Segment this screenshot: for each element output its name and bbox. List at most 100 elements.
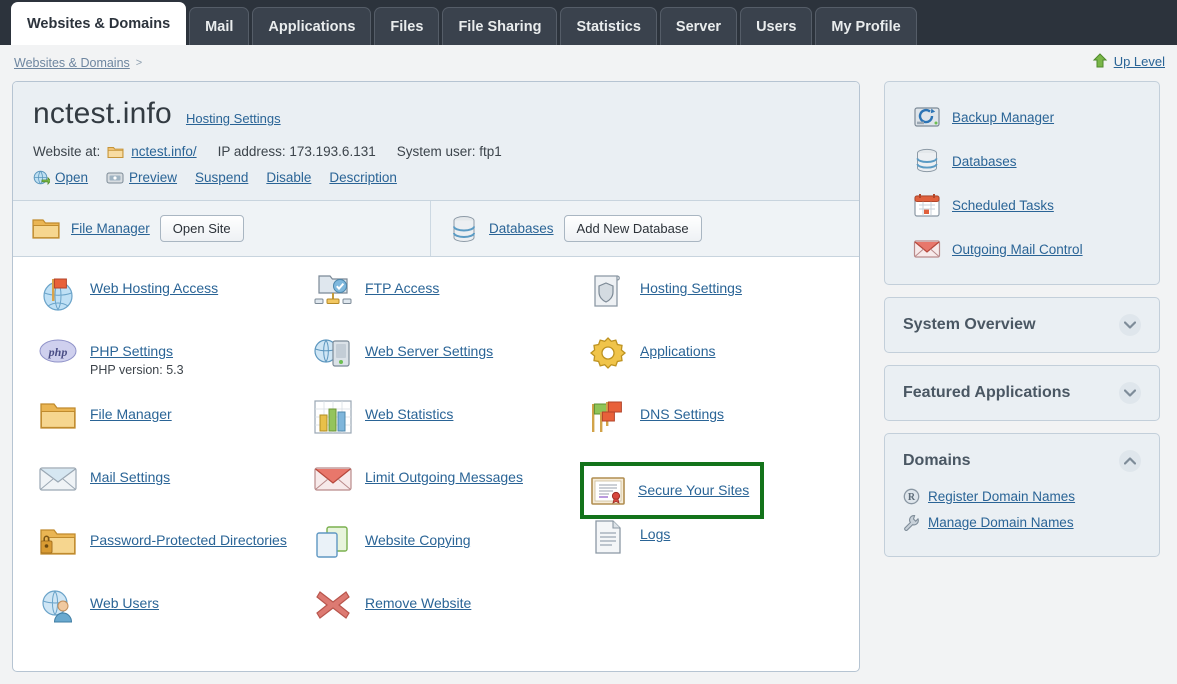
- tab-statistics[interactable]: Statistics: [560, 7, 656, 45]
- tool-link[interactable]: Web Users: [90, 594, 159, 613]
- tools-column-1: Web Hosting Access php PHP Settings PHP …: [13, 273, 288, 651]
- tab-label: Server: [676, 19, 721, 35]
- sidebar-item-backup-manager[interactable]: Backup Manager: [885, 95, 1159, 139]
- tools-column-2: FTP Access Web Server Settings: [288, 273, 563, 651]
- open-action[interactable]: Open: [33, 169, 88, 186]
- tab-label: Applications: [268, 19, 355, 35]
- ip-address-label: IP address: 173.193.6.131: [218, 144, 376, 159]
- tool-link[interactable]: Hosting Settings: [640, 279, 742, 298]
- tab-server[interactable]: Server: [660, 7, 737, 45]
- tool-link[interactable]: Remove Website: [365, 594, 471, 613]
- chevron-down-icon[interactable]: [1119, 314, 1141, 336]
- disable-link[interactable]: Disable: [266, 170, 311, 185]
- tool-php-settings[interactable]: php PHP Settings PHP version: 5.3: [38, 336, 288, 399]
- page-title: nctest.info: [33, 97, 172, 131]
- open-site-button[interactable]: Open Site: [160, 215, 244, 242]
- quick-toolbar: File Manager Open Site Databases Add New…: [13, 201, 859, 257]
- tool-text: Logs: [640, 519, 670, 544]
- tool-link[interactable]: Web Statistics: [365, 405, 453, 424]
- tab-applications[interactable]: Applications: [252, 7, 371, 45]
- tool-link[interactable]: PHP Settings: [90, 342, 173, 361]
- tab-label: Files: [390, 19, 423, 35]
- tool-web-statistics[interactable]: Web Statistics: [313, 399, 563, 462]
- tool-link[interactable]: DNS Settings: [640, 405, 724, 424]
- tool-hosting-settings[interactable]: Hosting Settings: [588, 273, 859, 336]
- tool-link[interactable]: Password-Protected Directories: [90, 531, 287, 550]
- sidebar-link[interactable]: Scheduled Tasks: [952, 198, 1054, 213]
- chevron-down-icon[interactable]: [1119, 382, 1141, 404]
- tool-text: Website Copying: [365, 525, 471, 550]
- tool-link[interactable]: FTP Access: [365, 279, 439, 298]
- sidebar-link[interactable]: Databases: [952, 154, 1017, 169]
- tab-websites-domains[interactable]: Websites & Domains: [11, 2, 186, 45]
- hosting-settings-link[interactable]: Hosting Settings: [186, 111, 281, 126]
- sidebar-item-register-domain-names[interactable]: R Register Domain Names: [903, 488, 1141, 505]
- tool-web-hosting-access[interactable]: Web Hosting Access: [38, 273, 288, 336]
- tool-web-server-settings[interactable]: Web Server Settings: [313, 336, 563, 399]
- tool-link[interactable]: Logs: [640, 525, 670, 544]
- chevron-up-icon[interactable]: [1119, 450, 1141, 472]
- suspend-link[interactable]: Suspend: [195, 170, 248, 185]
- section-header[interactable]: Domains: [885, 434, 1159, 488]
- up-arrow-icon: [1092, 53, 1108, 69]
- tool-text: Web Hosting Access: [90, 273, 218, 298]
- sidebar-item-databases[interactable]: Databases: [885, 139, 1159, 183]
- sidebar-item-scheduled-tasks[interactable]: Scheduled Tasks: [885, 183, 1159, 227]
- open-link[interactable]: Open: [55, 170, 88, 185]
- databases-link[interactable]: Databases: [489, 221, 554, 236]
- tab-my-profile[interactable]: My Profile: [815, 7, 916, 45]
- registered-r-icon: R: [903, 488, 920, 505]
- sidebar-section-domains: Domains R Register Domain Names: [884, 433, 1160, 557]
- tab-label: My Profile: [831, 19, 900, 35]
- sidebar-link[interactable]: Register Domain Names: [928, 489, 1075, 504]
- tool-file-manager[interactable]: File Manager: [38, 399, 288, 462]
- add-new-database-button[interactable]: Add New Database: [564, 215, 702, 242]
- tab-files[interactable]: Files: [374, 7, 439, 45]
- tool-text: File Manager: [90, 399, 172, 424]
- breadcrumb-link-websites-domains[interactable]: Websites & Domains: [14, 56, 130, 70]
- breadcrumb: Websites & Domains > Up Level: [0, 45, 1177, 81]
- up-level-control[interactable]: Up Level: [1092, 53, 1165, 69]
- tool-link[interactable]: Web Server Settings: [365, 342, 493, 361]
- preview-link[interactable]: Preview: [129, 170, 177, 185]
- tool-mail-settings[interactable]: Mail Settings: [38, 462, 288, 525]
- tool-dns-settings[interactable]: DNS Settings: [588, 399, 859, 462]
- tool-link[interactable]: File Manager: [90, 405, 172, 424]
- sidebar-link[interactable]: Backup Manager: [952, 110, 1054, 125]
- preview-action[interactable]: Preview: [106, 170, 177, 185]
- description-link[interactable]: Description: [329, 170, 397, 185]
- server-globe-icon: [313, 336, 353, 370]
- tool-link[interactable]: Secure Your Sites: [638, 481, 749, 500]
- tool-applications[interactable]: Applications: [588, 336, 859, 399]
- sidebar-item-outgoing-mail-control[interactable]: Outgoing Mail Control: [885, 227, 1159, 271]
- tab-users[interactable]: Users: [740, 7, 812, 45]
- tool-web-users[interactable]: Web Users: [38, 588, 288, 651]
- tool-limit-outgoing-messages[interactable]: Limit Outgoing Messages: [313, 462, 563, 525]
- tool-link[interactable]: Website Copying: [365, 531, 471, 550]
- sidebar-link[interactable]: Outgoing Mail Control: [952, 242, 1083, 257]
- tool-secure-your-sites[interactable]: Secure Your Sites: [580, 462, 764, 519]
- database-icon: [913, 148, 941, 174]
- section-header[interactable]: System Overview: [885, 298, 1159, 352]
- website-url-link[interactable]: nctest.info/: [131, 144, 196, 159]
- preview-icon: [106, 171, 124, 185]
- tool-link[interactable]: Mail Settings: [90, 468, 170, 487]
- tool-ftp-access[interactable]: FTP Access: [313, 273, 563, 336]
- section-title: Featured Applications: [903, 384, 1070, 402]
- tab-file-sharing[interactable]: File Sharing: [442, 7, 557, 45]
- section-header[interactable]: Featured Applications: [885, 366, 1159, 420]
- tool-remove-website[interactable]: Remove Website: [313, 588, 563, 651]
- file-manager-link[interactable]: File Manager: [71, 221, 150, 236]
- breadcrumb-separator: >: [136, 57, 142, 69]
- sidebar-link[interactable]: Manage Domain Names: [928, 515, 1074, 530]
- tool-website-copying[interactable]: Website Copying: [313, 525, 563, 588]
- tool-link[interactable]: Limit Outgoing Messages: [365, 468, 523, 487]
- tool-link[interactable]: Web Hosting Access: [90, 279, 218, 298]
- sidebar-item-manage-domain-names[interactable]: Manage Domain Names: [903, 514, 1141, 531]
- up-level-link[interactable]: Up Level: [1114, 54, 1165, 69]
- tool-link[interactable]: Applications: [640, 342, 716, 361]
- tool-logs[interactable]: Logs: [588, 519, 859, 582]
- tab-mail[interactable]: Mail: [189, 7, 249, 45]
- backup-disk-icon: [913, 104, 941, 130]
- tool-password-protected-directories[interactable]: Password-Protected Directories: [38, 525, 288, 588]
